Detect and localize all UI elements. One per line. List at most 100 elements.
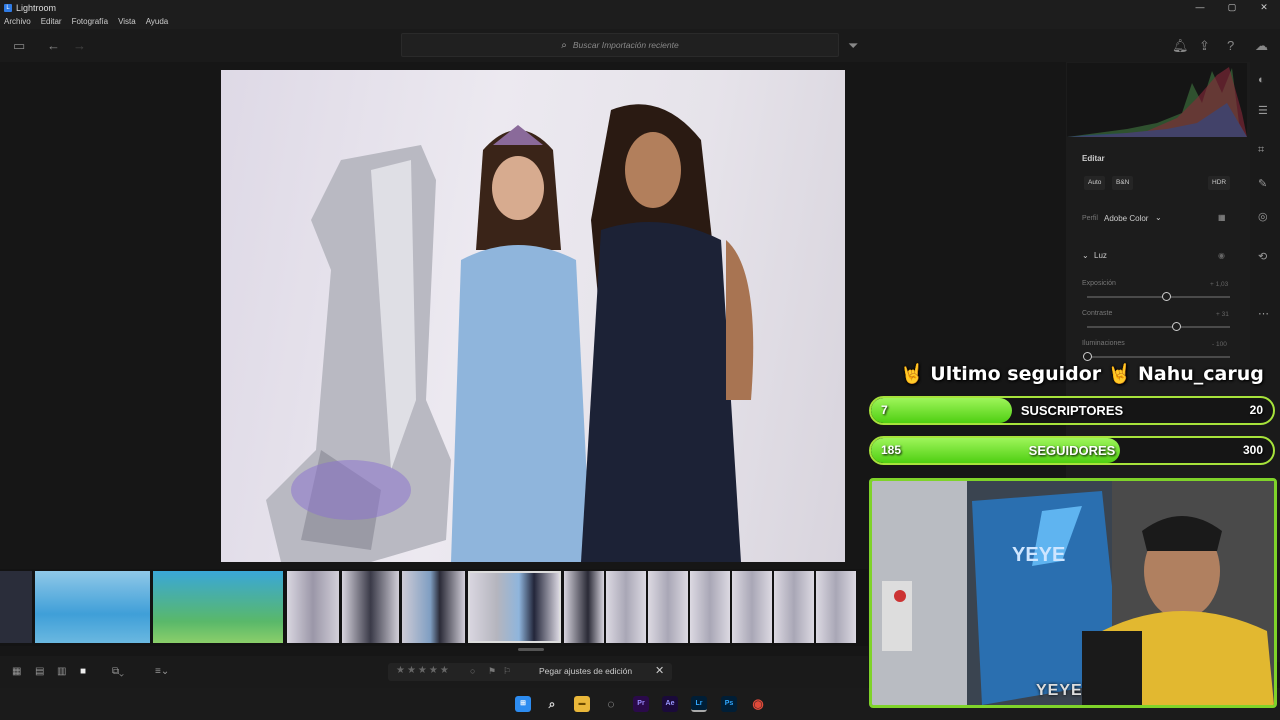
search-icon: ⌕	[561, 39, 567, 51]
window-controls: — ▢ ✕	[1184, 0, 1280, 15]
webcam-feed: YEYE	[869, 478, 1277, 708]
contrast-label: Contraste	[1082, 310, 1113, 317]
menu-ayuda[interactable]: Ayuda	[146, 15, 169, 29]
exposure-label: Exposición	[1082, 280, 1116, 287]
healing-icon[interactable]: ✎	[1258, 177, 1267, 190]
followers-goal-bar: 185 SEGUIDORES 300	[869, 436, 1275, 465]
last-follower-banner: 🤘 Ultimo seguidor 🤘 Nahu_carug	[900, 363, 1264, 385]
chevron-down-icon: ⌄	[1155, 213, 1162, 222]
history-icon[interactable]: ⟲	[1258, 250, 1267, 263]
profile-dropdown[interactable]: Adobe Color	[1104, 214, 1148, 223]
histogram	[1067, 63, 1247, 137]
highlights-slider-track[interactable]	[1087, 356, 1230, 358]
forward-arrow-icon[interactable]: →	[73, 38, 86, 53]
bell-icon[interactable]: 🔔︎	[1172, 38, 1189, 54]
maximize-button[interactable]: ▢	[1216, 0, 1248, 15]
filmstrip-thumb[interactable]	[690, 571, 730, 643]
sliders-icon[interactable]: ☰	[1258, 104, 1268, 117]
after-effects-icon[interactable]: Ae	[662, 696, 678, 712]
filmstrip-thumb[interactable]	[606, 571, 646, 643]
webcam-label: YEYE	[1036, 682, 1083, 699]
contrast-value: + 31	[1216, 311, 1229, 318]
filter-icon[interactable]: ⏷	[848, 38, 858, 54]
minimize-button[interactable]: —	[1184, 0, 1216, 15]
filmstrip-thumb[interactable]	[564, 571, 604, 643]
flag-icon[interactable]: ⚑	[488, 666, 496, 677]
filmstrip-scrollbar[interactable]	[518, 648, 544, 651]
panel-toggle-icon[interactable]: ▭	[13, 38, 25, 54]
contrast-slider-track[interactable]	[1087, 326, 1230, 328]
exposure-slider-knob[interactable]	[1161, 292, 1171, 301]
profile-browser-icon[interactable]: ▦	[1218, 213, 1226, 222]
share-icon[interactable]: ⇪	[1199, 38, 1210, 54]
exposure-slider-track[interactable]	[1087, 296, 1230, 298]
reject-flag-icon[interactable]: ⚐	[503, 666, 511, 677]
menu-archivo[interactable]: Archivo	[4, 15, 31, 29]
filmstrip-thumb[interactable]	[816, 571, 856, 643]
light-section-header[interactable]: Luz	[1094, 251, 1107, 260]
photoshop-icon[interactable]: Ps	[721, 696, 737, 712]
followers-goal: 300	[1242, 443, 1263, 457]
bw-button[interactable]: B&N	[1112, 176, 1134, 190]
menu-vista[interactable]: Vista	[118, 15, 136, 29]
chrome-canary-icon[interactable]: ◌	[603, 696, 619, 712]
filmstrip-thumb[interactable]	[287, 571, 339, 643]
filmstrip-thumb[interactable]	[35, 571, 150, 643]
premiere-icon[interactable]: Pr	[633, 696, 649, 712]
menu-fotografia[interactable]: Fotografía	[72, 15, 108, 29]
contrast-slider-knob[interactable]	[1171, 322, 1181, 331]
title-bar: L Lightroom — ▢ ✕	[0, 0, 1280, 15]
windows-start-icon[interactable]: ⊞	[515, 696, 531, 712]
filmstrip-thumb[interactable]	[153, 571, 283, 643]
auto-button[interactable]: Auto	[1084, 176, 1106, 190]
filmstrip-thumb[interactable]	[0, 571, 32, 643]
filmstrip-thumb[interactable]	[732, 571, 772, 643]
menu-editar[interactable]: Editar	[41, 15, 62, 29]
search-input[interactable]: ⌕ Buscar Importación reciente	[401, 33, 839, 57]
edit-panel-title: Editar	[1082, 154, 1105, 163]
close-icon[interactable]: ✕	[655, 664, 664, 677]
adjust-icon[interactable]: ◐	[1258, 74, 1265, 86]
chrome-icon[interactable]: ◉	[750, 696, 766, 712]
highlights-slider-knob[interactable]	[1083, 352, 1092, 361]
highlights-label: Iluminaciones	[1082, 340, 1125, 347]
hdr-button[interactable]: HDR	[1208, 176, 1231, 190]
filmstrip-thumb[interactable]	[342, 571, 399, 643]
crop-icon[interactable]: ⌗	[1258, 144, 1264, 157]
lightroom-app-icon: L	[4, 3, 12, 12]
chevron-down-icon[interactable]: ⌄	[1082, 251, 1089, 260]
lightroom-icon[interactable]: Lr	[691, 696, 707, 712]
more-icon[interactable]: ⋯	[1258, 307, 1269, 320]
masking-icon[interactable]: ◎	[1258, 210, 1268, 223]
followers-label: SEGUIDORES	[1028, 443, 1116, 458]
paste-settings-button[interactable]: Pegar ajustes de edición	[539, 666, 632, 676]
eye-icon[interactable]: ◉	[1218, 251, 1225, 260]
grid-large-icon[interactable]: ▤	[35, 666, 44, 677]
help-icon[interactable]: ?	[1227, 38, 1234, 53]
exposure-value: + 1,03	[1210, 281, 1229, 288]
compare-icon[interactable]: ▥	[57, 666, 66, 677]
window-title: Lightroom	[16, 2, 57, 13]
subscribers-goal-bar: 7 SUSCRIPTORES 20	[869, 396, 1275, 425]
subscribers-label: SUSCRIPTORES	[1020, 403, 1124, 418]
thumbnail-size-icon[interactable]: ⧉⌄	[112, 666, 124, 677]
circle-icon[interactable]: ○	[470, 666, 475, 676]
search-icon[interactable]: ⌕	[544, 696, 560, 712]
search-placeholder: Buscar Importación reciente	[572, 40, 679, 50]
sort-icon[interactable]: ≡⌄	[155, 666, 169, 677]
file-explorer-icon[interactable]: ▬	[574, 696, 590, 712]
close-window-button[interactable]: ✕	[1248, 0, 1280, 15]
single-view-icon[interactable]: ■	[80, 666, 86, 677]
filmstrip-thumb[interactable]	[774, 571, 814, 643]
filmstrip-thumb[interactable]	[402, 571, 465, 643]
filmstrip	[0, 569, 868, 646]
profile-label: Perfil	[1082, 215, 1098, 222]
grid-small-icon[interactable]: ▦	[12, 666, 21, 677]
filmstrip-thumb[interactable]	[648, 571, 688, 643]
main-photo	[221, 70, 845, 562]
back-arrow-icon[interactable]: ←	[47, 38, 60, 53]
highlights-value: - 100	[1212, 341, 1227, 348]
cloud-icon[interactable]: ☁	[1255, 38, 1268, 54]
filmstrip-thumb-selected[interactable]	[468, 571, 561, 643]
star-rating[interactable]: ★★★★★	[396, 665, 451, 676]
